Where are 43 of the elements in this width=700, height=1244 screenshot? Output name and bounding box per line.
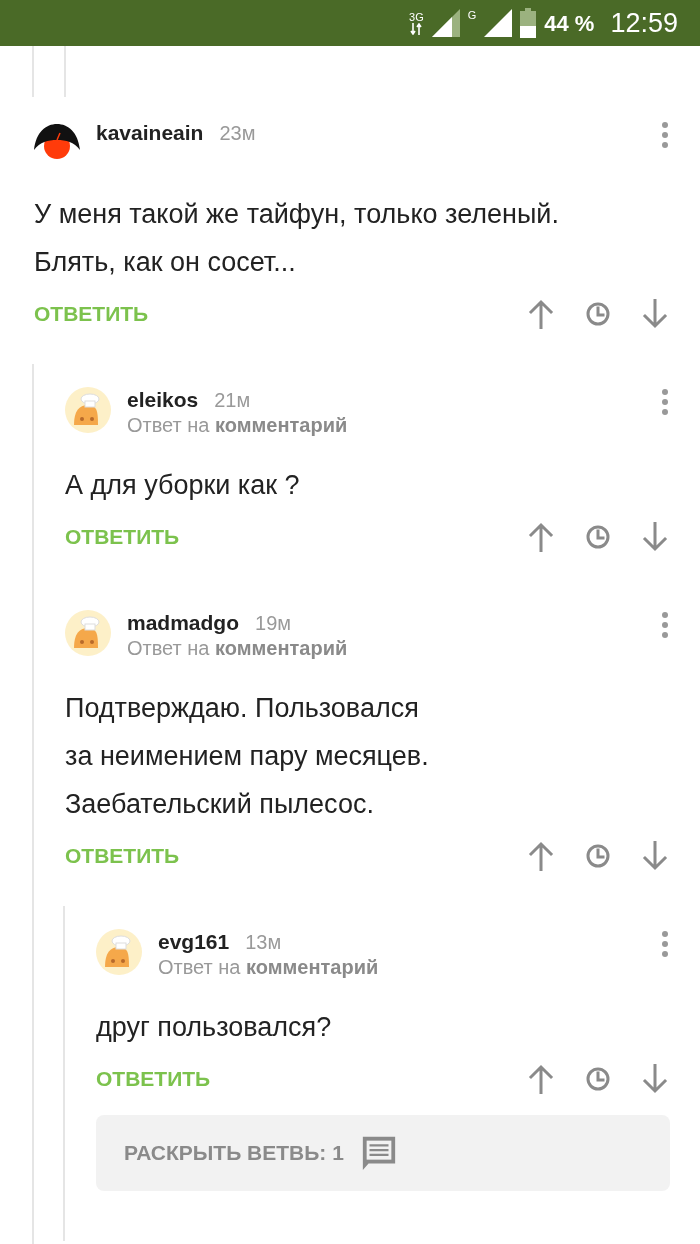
downvote-arrow-icon[interactable] bbox=[640, 1064, 670, 1094]
comment-time: 19м bbox=[255, 611, 291, 636]
expand-thread-button[interactable]: РАСКРЫТЬ ВЕТВЬ: 1 bbox=[96, 1115, 670, 1191]
reply-button[interactable]: ОТВЕТИТЬ bbox=[34, 298, 149, 330]
comment-text: А для уборки как ? bbox=[65, 469, 301, 502]
more-menu-icon[interactable] bbox=[660, 387, 670, 417]
data-arrows-icon bbox=[410, 22, 423, 35]
comment-text: Подтверждаю. Пользовался за неимением пару месяцев. Заебательский пылесос. bbox=[65, 692, 430, 821]
upvote-arrow-icon[interactable] bbox=[526, 1064, 556, 1094]
reply-to-text: Ответ на комментарий bbox=[127, 413, 349, 437]
network-type-label: G bbox=[467, 10, 477, 21]
avatar bbox=[96, 929, 142, 975]
signal-icon bbox=[484, 9, 513, 37]
comment-time: 23м bbox=[219, 121, 256, 146]
reply-to-text: Ответ на комментарий bbox=[127, 636, 349, 660]
upvote-arrow-icon[interactable] bbox=[526, 522, 556, 552]
avatar bbox=[65, 610, 111, 656]
reply-button[interactable]: ОТВЕТИТЬ bbox=[65, 521, 180, 553]
downvote-arrow-icon[interactable] bbox=[640, 299, 670, 329]
username[interactable]: eleikos bbox=[127, 387, 199, 413]
username[interactable]: madmadgo bbox=[127, 610, 239, 636]
downvote-arrow-icon[interactable] bbox=[640, 841, 670, 871]
comment-text: У меня такой же тайфун, только зеленый. Блять, как он сосет... bbox=[34, 198, 560, 279]
battery-percentage: 44 % bbox=[544, 9, 595, 38]
comment-time: 13м bbox=[245, 930, 282, 955]
clock-time: 12:59 bbox=[610, 6, 678, 40]
network-type-label: 3G bbox=[409, 11, 424, 23]
upvote-arrow-icon[interactable] bbox=[526, 299, 556, 329]
reply-button[interactable]: ОТВЕТИТЬ bbox=[65, 840, 180, 872]
more-menu-icon[interactable] bbox=[660, 120, 670, 150]
comment-text: друг пользовался? bbox=[96, 1011, 333, 1044]
avatar bbox=[65, 387, 111, 433]
upvote-arrow-icon[interactable] bbox=[526, 841, 556, 871]
username[interactable]: kavaineain bbox=[96, 120, 204, 146]
comment-time: 21м bbox=[214, 388, 251, 413]
username[interactable]: evg161 bbox=[158, 929, 230, 955]
battery-icon bbox=[520, 8, 537, 38]
reply-button[interactable]: ОТВЕТИТЬ bbox=[96, 1063, 211, 1095]
signal-icon bbox=[431, 9, 460, 37]
reply-to-text: Ответ на комментарий bbox=[158, 955, 380, 979]
more-menu-icon[interactable] bbox=[660, 610, 670, 640]
more-menu-icon[interactable] bbox=[660, 929, 670, 959]
downvote-arrow-icon[interactable] bbox=[640, 522, 670, 552]
